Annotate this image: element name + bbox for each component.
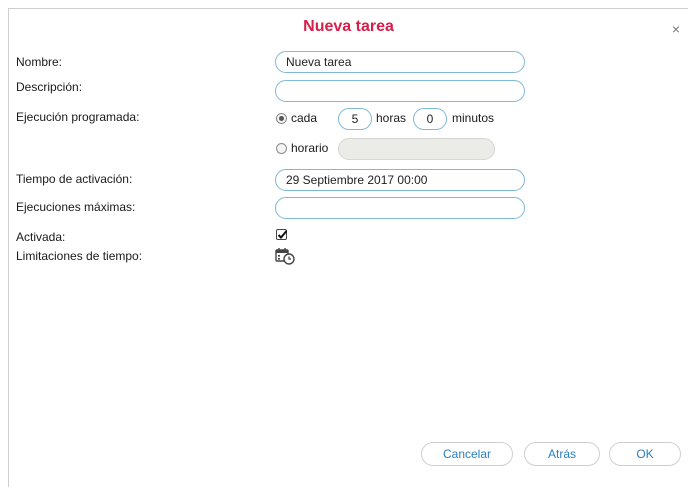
- max-runs-label: Ejecuciones máximas:: [16, 200, 136, 214]
- description-input[interactable]: [275, 80, 525, 102]
- time-limits-label: Limitaciones de tiempo:: [16, 249, 143, 263]
- scheduled-label: Ejecución programada:: [16, 110, 140, 124]
- checkmark-icon: [277, 230, 288, 239]
- ok-button[interactable]: OK: [609, 442, 681, 466]
- enabled-label: Activada:: [16, 230, 66, 244]
- dialog-title: Nueva tarea: [303, 18, 394, 35]
- schedule-label: horario: [291, 141, 329, 155]
- description-label: Descripción:: [16, 80, 83, 94]
- radio-every[interactable]: [276, 113, 287, 124]
- hours-input[interactable]: [338, 108, 372, 130]
- schedule-input: [338, 138, 495, 160]
- name-label: Nombre:: [16, 55, 63, 69]
- calendar-clock-icon[interactable]: [275, 247, 296, 266]
- back-button[interactable]: Atrás: [524, 442, 600, 466]
- cancel-button[interactable]: Cancelar: [421, 442, 513, 466]
- minutes-label: minutos: [452, 111, 495, 125]
- minutes-input[interactable]: [413, 108, 447, 130]
- close-icon[interactable]: ×: [672, 22, 680, 36]
- enabled-checkbox[interactable]: [276, 229, 288, 240]
- every-label: cada: [291, 111, 318, 125]
- hours-label: horas: [376, 111, 407, 125]
- name-input[interactable]: [275, 51, 525, 73]
- radio-schedule[interactable]: [276, 143, 287, 154]
- activation-time-label: Tiempo de activación:: [16, 172, 133, 186]
- activation-time-input[interactable]: [275, 169, 525, 191]
- max-runs-input[interactable]: [275, 197, 525, 219]
